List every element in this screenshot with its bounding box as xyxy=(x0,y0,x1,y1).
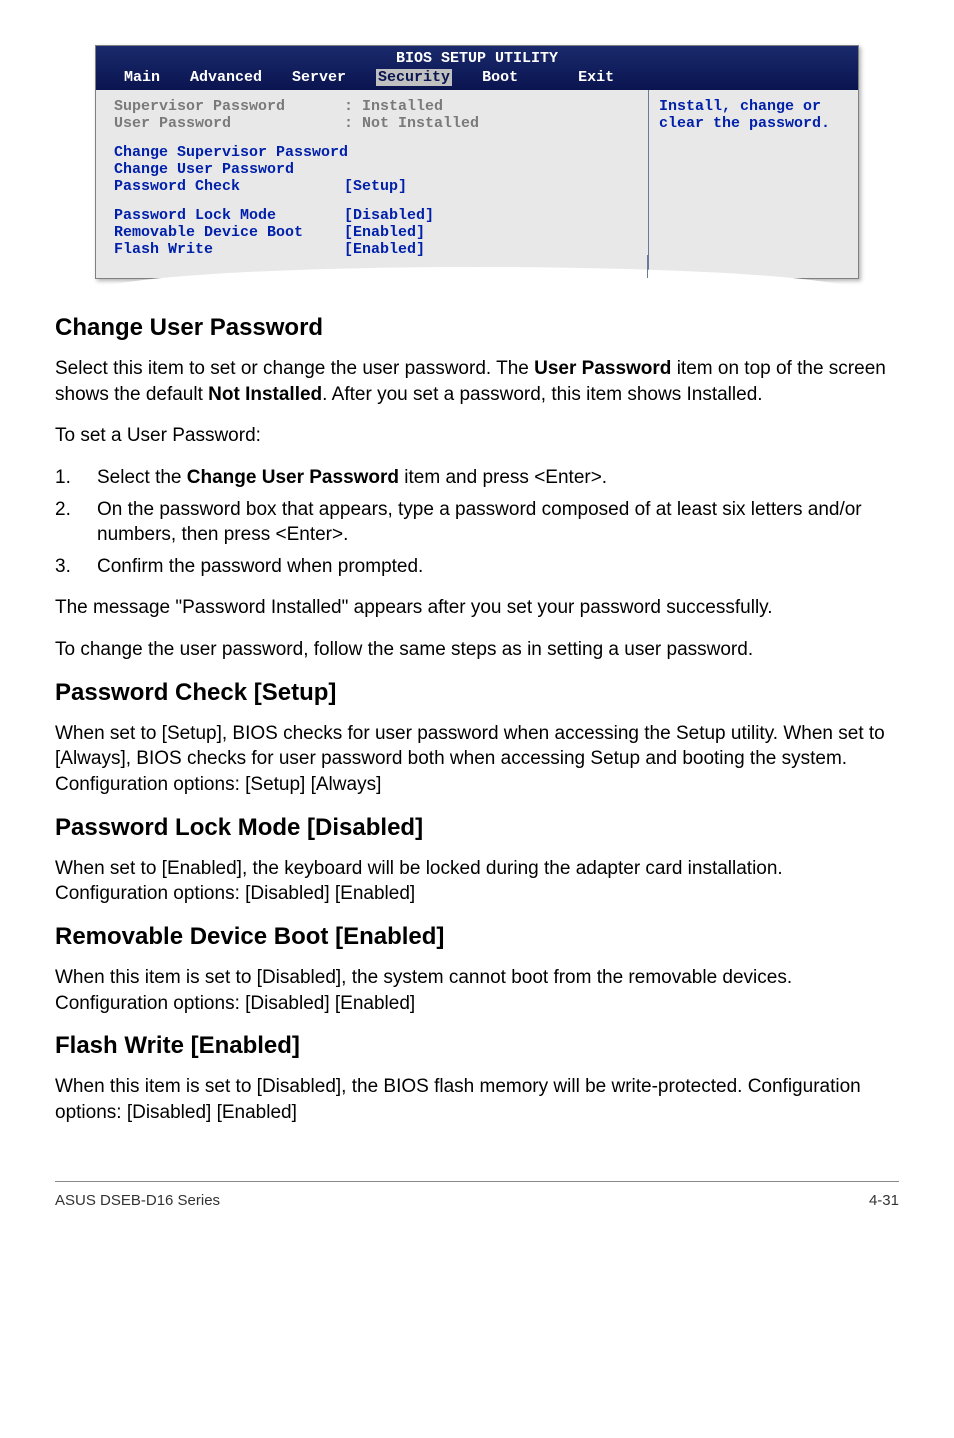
user-pwd-label: User Password xyxy=(114,115,344,132)
tab-security: Security xyxy=(376,69,452,86)
flash-value: [Enabled] xyxy=(344,241,425,258)
removable-label: Removable Device Boot xyxy=(114,224,344,241)
footer-right: 4-31 xyxy=(869,1192,899,1209)
password-check-paragraph: When set to [Setup], BIOS checks for use… xyxy=(55,721,899,798)
user-password-row: User Password : Not Installed xyxy=(114,115,630,132)
pwd-check-value: [Setup] xyxy=(344,178,407,195)
flash-write-row: Flash Write [Enabled] xyxy=(114,241,630,258)
removable-device-boot-row: Removable Device Boot [Enabled] xyxy=(114,224,630,241)
removable-device-paragraph: When this item is set to [Disabled], the… xyxy=(55,965,899,1016)
pwd-check-label: Password Check xyxy=(114,178,344,195)
removable-value: [Enabled] xyxy=(344,224,425,241)
bios-body: Supervisor Password : Installed User Pas… xyxy=(96,90,858,278)
supervisor-password-row: Supervisor Password : Installed xyxy=(114,98,630,115)
password-lock-mode-row: Password Lock Mode [Disabled] xyxy=(114,207,630,224)
change-supervisor-password: Change Supervisor Password xyxy=(114,144,630,161)
bios-header: BIOS SETUP UTILITY Main Advanced Server … xyxy=(96,46,858,90)
cup-paragraph-4: To change the user password, follow the … xyxy=(55,637,899,663)
heading-password-check: Password Check [Setup] xyxy=(55,679,899,707)
heading-change-user-password: Change User Password xyxy=(55,314,899,342)
pwd-lock-value: [Disabled] xyxy=(344,207,434,224)
heading-password-lock-mode: Password Lock Mode [Disabled] xyxy=(55,814,899,842)
help-line-2: clear the password. xyxy=(659,115,848,132)
sup-pwd-label: Supervisor Password xyxy=(114,98,344,115)
cup-steps-list: Select the Change User Password item and… xyxy=(55,465,899,580)
heading-flash-write: Flash Write [Enabled] xyxy=(55,1032,899,1060)
user-pwd-value: : Not Installed xyxy=(344,115,479,132)
help-line-1: Install, change or xyxy=(659,98,848,115)
bios-tab-bar: Main Advanced Server Security Boot Exit xyxy=(96,69,858,88)
tab-server: Server xyxy=(292,69,346,86)
sup-pwd-value: : Installed xyxy=(344,98,443,115)
bios-screenshot: BIOS SETUP UTILITY Main Advanced Server … xyxy=(95,45,859,279)
list-item: Select the Change User Password item and… xyxy=(55,465,899,491)
flash-label: Flash Write xyxy=(114,241,344,258)
bios-help-panel: Install, change or clear the password. xyxy=(648,90,858,278)
change-user-password: Change User Password xyxy=(114,161,630,178)
pwd-lock-label: Password Lock Mode xyxy=(114,207,344,224)
tab-advanced: Advanced xyxy=(190,69,262,86)
list-item: Confirm the password when prompted. xyxy=(55,554,899,580)
list-item: On the password box that appears, type a… xyxy=(55,497,899,548)
footer-left: ASUS DSEB-D16 Series xyxy=(55,1192,220,1209)
tab-main: Main xyxy=(124,69,160,86)
tab-boot: Boot xyxy=(482,69,518,86)
tab-exit: Exit xyxy=(578,69,614,86)
cup-paragraph-3: The message "Password Installed" appears… xyxy=(55,595,899,621)
password-lock-paragraph: When set to [Enabled], the keyboard will… xyxy=(55,856,899,907)
password-check-row: Password Check [Setup] xyxy=(114,178,630,195)
heading-removable-device-boot: Removable Device Boot [Enabled] xyxy=(55,923,899,951)
flash-write-paragraph: When this item is set to [Disabled], the… xyxy=(55,1074,899,1125)
page-footer: ASUS DSEB-D16 Series 4-31 xyxy=(55,1181,899,1209)
cup-paragraph-2: To set a User Password: xyxy=(55,423,899,449)
cup-paragraph-1: Select this item to set or change the us… xyxy=(55,356,899,407)
bios-left-panel: Supervisor Password : Installed User Pas… xyxy=(96,90,648,278)
bios-title: BIOS SETUP UTILITY xyxy=(96,48,858,69)
